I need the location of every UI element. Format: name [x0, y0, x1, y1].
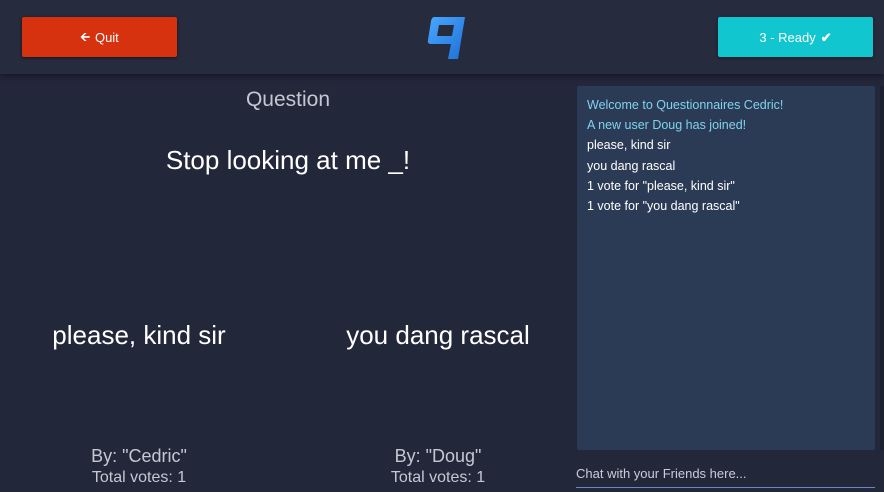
q-logo-icon: [427, 17, 465, 59]
chat-message: you dang rascal: [587, 158, 676, 173]
answer-1-votes: Total votes: 1: [91, 469, 187, 486]
chat-message: please, kind sir: [587, 138, 671, 153]
answer-1-author: By: "Cedric": [91, 446, 187, 466]
answer-option-1[interactable]: please, kind sir: [0, 320, 284, 351]
quit-button[interactable]: 🡨 Quit: [22, 17, 177, 57]
answer-2-votes: Total votes: 1: [390, 469, 486, 486]
chat-message: 1 vote for "you dang rascal": [587, 199, 740, 214]
chat-log[interactable]: Welcome to Questionnaires Cedric! A new …: [577, 86, 875, 450]
ready-button[interactable]: 3 - Ready ✔: [718, 17, 873, 57]
chat-message: A new user Doug has joined!: [587, 118, 747, 133]
answer-option-2[interactable]: you dang rascal: [293, 320, 583, 351]
answer-2-author: By: "Doug": [394, 446, 482, 466]
top-bar: 🡨 Quit 3 - Ready ✔: [0, 0, 884, 74]
question-text: Stop looking at me _!: [165, 145, 411, 175]
ready-label: 3 - Ready: [759, 29, 816, 45]
arrow-left-icon: 🡨: [80, 30, 90, 44]
chat-input[interactable]: [576, 460, 875, 488]
chat-message: 1 vote for "please, kind sir": [587, 178, 735, 193]
chat-scrollbar[interactable]: [880, 86, 884, 450]
check-icon: ✔: [820, 29, 832, 45]
question-heading: Question: [245, 88, 331, 111]
game-screen: 🡨 Quit 3 - Ready ✔ Question Stop looking…: [0, 0, 884, 492]
chat-message: Welcome to Questionnaires Cedric!: [587, 98, 784, 112]
quit-label: Quit: [94, 29, 119, 45]
